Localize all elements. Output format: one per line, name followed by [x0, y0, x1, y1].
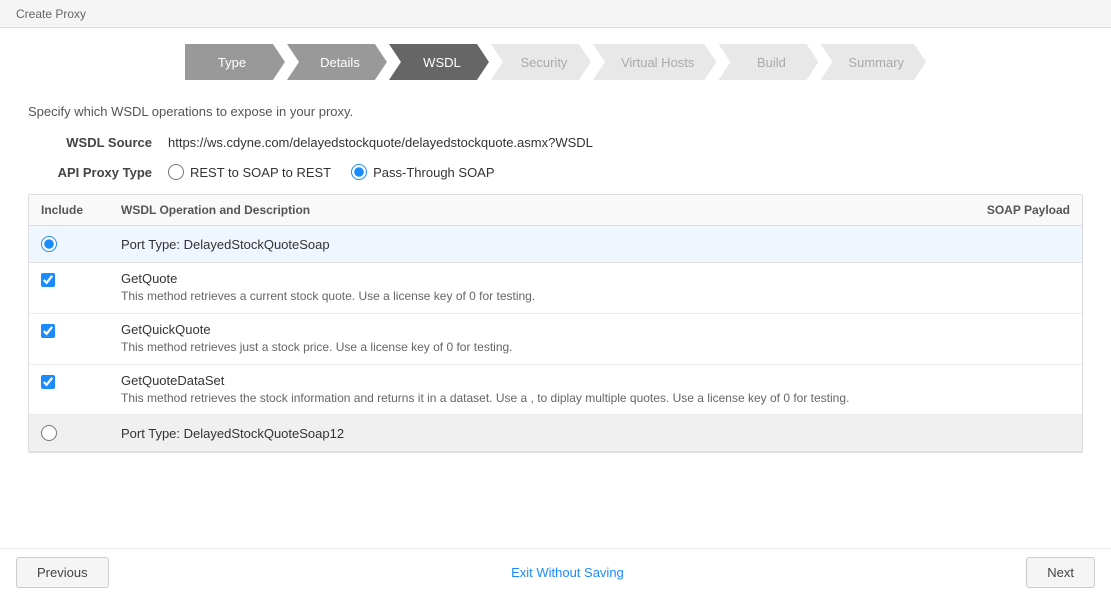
step-wsdl[interactable]: WSDL [389, 44, 489, 80]
step-wsdl-label: WSDL [423, 55, 461, 70]
getquotedataset-checkbox[interactable] [41, 375, 55, 389]
getquickquote-check-cell[interactable] [41, 322, 121, 338]
getquotedataset-name: GetQuoteDataSet [121, 373, 940, 388]
wsdl-source-row: WSDL Source https://ws.cdyne.com/delayed… [28, 135, 1083, 150]
radio-pass-through-soap-input[interactable] [351, 164, 367, 180]
step-build[interactable]: Build [718, 44, 818, 80]
wsdl-source-label: WSDL Source [28, 135, 168, 150]
radio-rest-to-soap-input[interactable] [168, 164, 184, 180]
getquote-checkbox[interactable] [41, 273, 55, 287]
step-type-label: Type [218, 55, 246, 70]
port-type-1-radio[interactable] [41, 236, 57, 252]
top-bar: Create Proxy [0, 0, 1111, 28]
getquotedataset-check-cell[interactable] [41, 373, 121, 389]
getquotedataset-info: GetQuoteDataSet This method retrieves th… [121, 373, 940, 407]
port-type-2-radio-cell[interactable] [41, 425, 121, 441]
step-summary[interactable]: Summary [820, 44, 926, 80]
operations-table: Include WSDL Operation and Description S… [28, 194, 1083, 453]
step-summary-label: Summary [848, 55, 904, 70]
getquote-check-cell[interactable] [41, 271, 121, 287]
getquickquote-name: GetQuickQuote [121, 322, 940, 337]
port-type-row-2: Port Type: DelayedStockQuoteSoap12 [29, 415, 1082, 452]
header-payload: SOAP Payload [940, 203, 1070, 217]
step-type[interactable]: Type [185, 44, 285, 80]
content-subtitle: Specify which WSDL operations to expose … [28, 94, 1083, 135]
api-proxy-type-label: API Proxy Type [28, 165, 168, 180]
port-type-2-label: Port Type: DelayedStockQuoteSoap12 [121, 426, 940, 441]
step-build-label: Build [757, 55, 786, 70]
step-virtual-hosts[interactable]: Virtual Hosts [593, 44, 716, 80]
wizard-steps: Type Details WSDL Security Virtual Hosts… [0, 28, 1111, 94]
getquote-name: GetQuote [121, 271, 940, 286]
radio-pass-through-soap[interactable]: Pass-Through SOAP [351, 164, 494, 180]
step-security-label: Security [520, 55, 567, 70]
operation-row-getquote: GetQuote This method retrieves a current… [29, 263, 1082, 314]
header-include: Include [41, 203, 121, 217]
main-content: Specify which WSDL operations to expose … [0, 94, 1111, 453]
port-type-row-1: Port Type: DelayedStockQuoteSoap [29, 226, 1082, 263]
step-virtual-hosts-label: Virtual Hosts [621, 55, 694, 70]
radio-rest-to-soap-label: REST to SOAP to REST [190, 165, 331, 180]
radio-group: REST to SOAP to REST Pass-Through SOAP [168, 164, 495, 180]
getquickquote-checkbox[interactable] [41, 324, 55, 338]
getquickquote-info: GetQuickQuote This method retrieves just… [121, 322, 940, 356]
page-title: Create Proxy [16, 7, 86, 21]
getquotedataset-desc: This method retrieves the stock informat… [121, 390, 940, 407]
port-type-1-radio-cell[interactable] [41, 236, 121, 252]
operation-row-getquickquote: GetQuickQuote This method retrieves just… [29, 314, 1082, 365]
wsdl-source-value: https://ws.cdyne.com/delayedstockquote/d… [168, 135, 593, 150]
port-type-1-label: Port Type: DelayedStockQuoteSoap [121, 237, 940, 252]
footer: Previous Exit Without Saving Next [0, 548, 1111, 596]
api-proxy-type-row: API Proxy Type REST to SOAP to REST Pass… [28, 164, 1083, 180]
radio-pass-through-soap-label: Pass-Through SOAP [373, 165, 494, 180]
step-details[interactable]: Details [287, 44, 387, 80]
step-details-label: Details [320, 55, 360, 70]
exit-without-saving-link[interactable]: Exit Without Saving [511, 565, 624, 580]
operation-row-getquotedataset: GetQuoteDataSet This method retrieves th… [29, 365, 1082, 416]
port-type-2-radio[interactable] [41, 425, 57, 441]
header-operation: WSDL Operation and Description [121, 203, 940, 217]
next-button[interactable]: Next [1026, 557, 1095, 588]
getquickquote-desc: This method retrieves just a stock price… [121, 339, 940, 356]
step-security[interactable]: Security [491, 44, 591, 80]
previous-button[interactable]: Previous [16, 557, 109, 588]
getquote-info: GetQuote This method retrieves a current… [121, 271, 940, 305]
table-header: Include WSDL Operation and Description S… [29, 195, 1082, 226]
getquote-desc: This method retrieves a current stock qu… [121, 288, 940, 305]
radio-rest-to-soap[interactable]: REST to SOAP to REST [168, 164, 331, 180]
